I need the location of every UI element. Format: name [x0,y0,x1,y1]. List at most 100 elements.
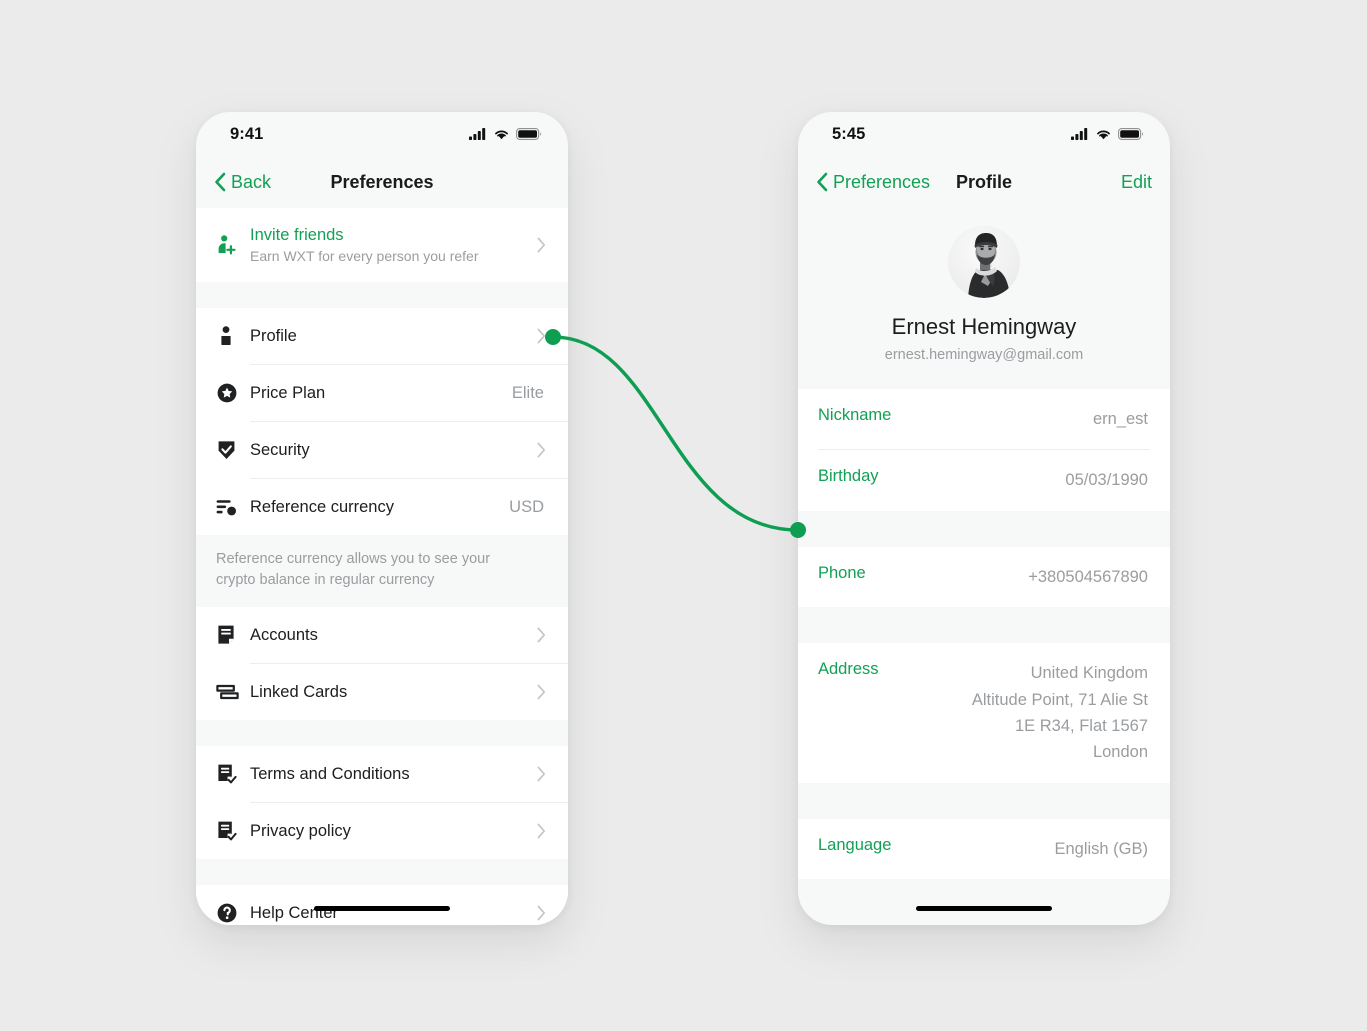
person-icon [216,325,250,347]
back-button[interactable]: Back [214,172,271,193]
profile-row-address[interactable]: Address United Kingdom Altitude Point, 7… [798,643,1170,783]
profile-row-value: English (GB) [1054,839,1148,858]
profile-row-language[interactable]: Language English (GB) [798,818,1170,880]
profile-row-label: Birthday [818,467,879,486]
chevron-right-icon [537,823,546,839]
profile-name: Ernest Hemingway [891,314,1077,339]
status-icons [469,128,542,140]
cellular-signal-icon [1071,128,1088,140]
settings-row-privacy[interactable]: Privacy policy [196,803,568,860]
profile-header: Ernest Hemingway ernest.hemingway@gmail.… [798,208,1170,389]
document-icon [216,624,250,646]
phone-preferences-screen: 9:41 Back Preferences Invite friends Ear… [196,112,568,925]
person-add-icon [216,234,250,256]
status-time: 5:45 [832,124,866,143]
settings-row-reference-currency[interactable]: Reference currency USD [196,479,568,535]
settings-row-label: Accounts [250,625,318,644]
section-gap [196,859,568,886]
status-icons [1071,128,1144,140]
profile-row-label: Phone [818,563,866,582]
profile-row-label: Address [818,660,879,679]
question-circle-icon [216,902,250,924]
user-photo-avatar [948,226,1020,298]
settings-row-label: Price Plan [250,383,326,402]
profile-group-phone: Phone +380504567890 [798,546,1170,608]
sliders-icon [216,498,250,516]
invite-subtitle: Earn WXT for every person you refer [250,248,479,264]
status-time: 9:41 [230,124,264,143]
settings-row-security[interactable]: Security [196,422,568,478]
profile-row-value: ern_est [1092,410,1148,428]
document-check-icon [216,763,250,785]
settings-row-profile[interactable]: Profile [196,308,568,364]
profile-row-phone[interactable]: Phone +380504567890 [798,546,1170,608]
invite-card: Invite friends Earn WXT for every person… [196,208,568,282]
wifi-icon [1097,130,1110,140]
settings-row-terms[interactable]: Terms and Conditions [196,746,568,803]
home-indicator [916,906,1052,911]
avatar [948,226,1020,298]
settings-row-value: USD [509,497,544,516]
settings-row-label: Security [250,440,310,459]
chevron-right-icon [537,328,546,344]
back-to-preferences-button[interactable]: Preferences [816,172,930,193]
settings-row-label: Terms and Conditions [250,764,410,783]
settings-row-label: Reference currency [250,497,394,516]
profile-row-nickname[interactable]: Nickname ern_est [798,389,1170,450]
chevron-right-icon [537,766,546,782]
section-gap [798,510,1170,547]
settings-group-account: Profile Price Plan Elite Security Refere… [196,308,568,535]
chevron-left-icon [215,172,226,192]
profile-group-language: Language English (GB) [798,818,1170,880]
home-indicator [314,906,450,911]
profile-row-value: +380504567890 [1028,567,1148,586]
connector-path [551,335,800,532]
document-check-icon [216,820,250,842]
chevron-right-icon [537,684,546,700]
settings-row-value: Elite [511,383,544,402]
settings-row-accounts[interactable]: Accounts [196,607,568,664]
section-gap [798,782,1170,819]
chevron-right-icon [537,905,546,921]
settings-row-price-plan[interactable]: Price Plan Elite [196,365,568,421]
shield-check-icon [216,439,250,461]
battery-icon [516,128,542,140]
status-bar: 9:41 [196,112,568,156]
cellular-signal-icon [469,128,486,140]
section-gap [798,607,1170,644]
profile-row-label: Nickname [818,406,892,424]
settings-row-label: Linked Cards [250,682,348,701]
chevron-right-icon [537,237,546,253]
chevron-right-icon [537,627,546,643]
reference-currency-footnote: Reference currency allows you to see you… [196,535,568,608]
navigation-bar: Preferences Profile Edit [798,156,1170,208]
settings-row-linked-cards[interactable]: Linked Cards [196,664,568,721]
profile-row-label: Language [818,835,892,854]
status-bar: 5:45 [798,112,1170,156]
back-button-label: Back [231,171,272,192]
profile-group-address: Address United Kingdom Altitude Point, 7… [798,643,1170,783]
cards-swap-icon [216,683,250,701]
navigation-bar: Back Preferences [196,156,568,208]
wifi-icon [495,130,508,140]
battery-icon [1118,128,1144,140]
profile-row-birthday[interactable]: Birthday 05/03/1990 [798,450,1170,511]
edit-button[interactable]: Edit [1121,172,1152,193]
phone-profile-screen: 5:45 Preferences Profile Edit Ernest Hem… [798,112,1170,925]
section-gap [196,720,568,747]
star-badge-icon [216,382,250,404]
settings-group-finance: Accounts Linked Cards [196,607,568,721]
profile-row-value: 05/03/1990 [1065,471,1148,490]
settings-group-legal: Terms and Conditions Privacy policy [196,746,568,860]
back-button-label: Preferences [833,171,931,192]
invite-texts: Invite friends Earn WXT for every person… [250,226,527,264]
section-gap [196,282,568,308]
chevron-right-icon [537,442,546,458]
profile-email: ernest.hemingway@gmail.com [884,347,1084,363]
settings-row-label: Privacy policy [250,821,351,840]
invite-title: Invite friends [250,226,344,244]
profile-row-value: United Kingdom Altitude Point, 71 Alie S… [971,664,1148,762]
invite-friends-row[interactable]: Invite friends Earn WXT for every person… [196,208,568,282]
chevron-left-icon [817,172,828,192]
profile-group-basic: Nickname ern_est Birthday 05/03/1990 [798,389,1170,511]
